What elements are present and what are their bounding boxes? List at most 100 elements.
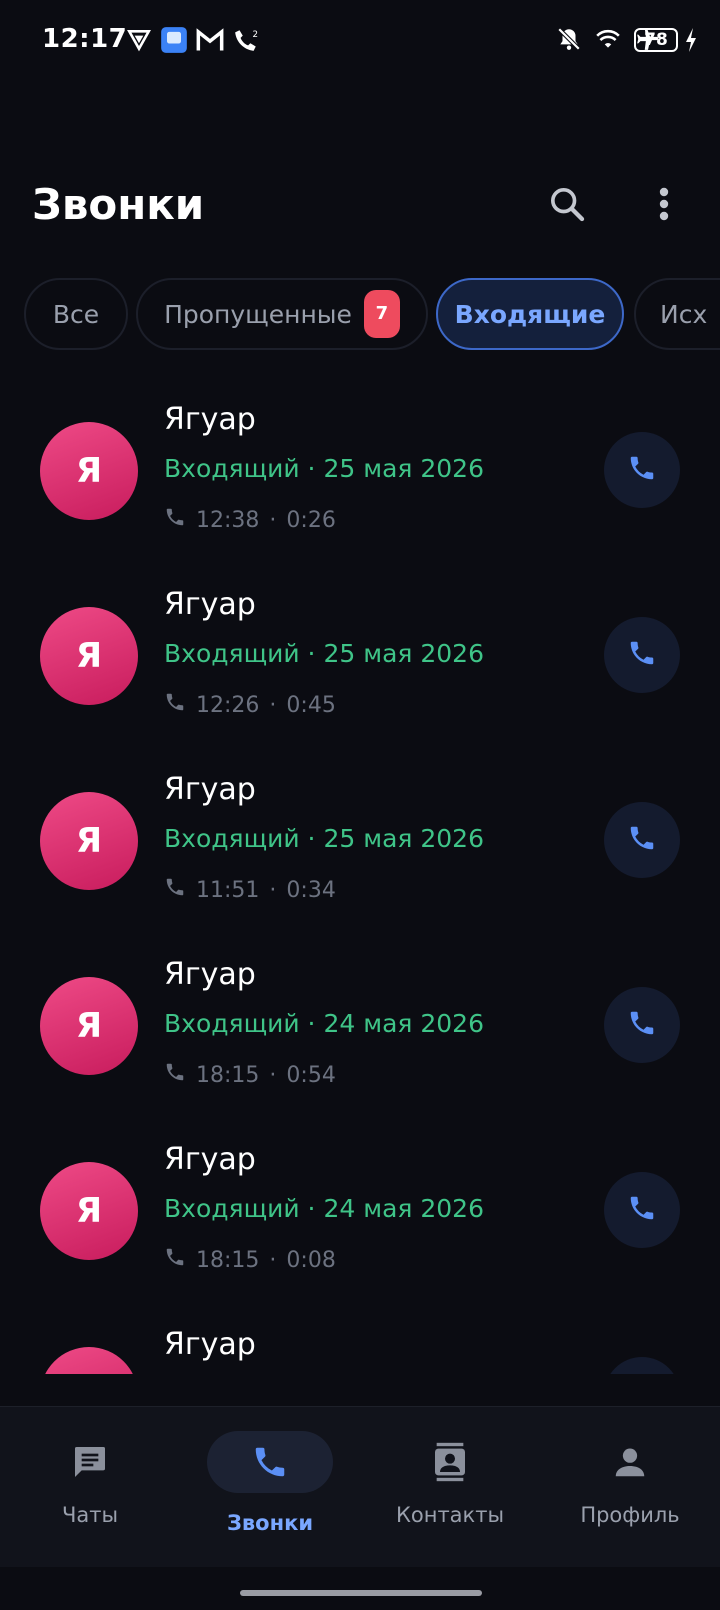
person-icon bbox=[567, 1431, 693, 1493]
nav-label: Профиль bbox=[580, 1503, 680, 1527]
call-status: Входящий · 25 мая 2026 bbox=[164, 639, 484, 668]
nav-label: Контакты bbox=[395, 1503, 505, 1527]
call-time: 12:26 bbox=[196, 692, 260, 718]
tab-label: Все bbox=[52, 299, 100, 329]
contact-name: Ягуар bbox=[164, 772, 256, 807]
tab-missed[interactable]: Пропущенные 7 bbox=[136, 278, 428, 350]
phone-icon bbox=[164, 691, 186, 719]
missed-count-badge: 7 bbox=[363, 290, 400, 338]
separator: · bbox=[269, 1247, 277, 1273]
call-time: 12:38 bbox=[196, 507, 260, 533]
search-icon bbox=[547, 184, 587, 228]
call-item[interactable]: Я Ягуар Входящий · 25 мая 2026 12:26 · 0… bbox=[0, 575, 720, 760]
more-vert-icon bbox=[658, 186, 670, 226]
battery-icon: 78 bbox=[634, 28, 678, 52]
call-back-button[interactable] bbox=[604, 802, 680, 878]
call-duration: 0:34 bbox=[286, 877, 336, 903]
phone-icon bbox=[164, 506, 186, 534]
gmail-icon bbox=[196, 27, 224, 57]
avatar: Я bbox=[40, 792, 138, 890]
chat-icon bbox=[27, 1431, 153, 1493]
call-duration: 0:54 bbox=[286, 1062, 336, 1088]
call-meta: 12:38 · 0:26 bbox=[164, 506, 336, 534]
avatar: Я bbox=[40, 422, 138, 520]
phone-icon bbox=[627, 638, 657, 672]
tab-outgoing[interactable]: Исх bbox=[634, 278, 720, 350]
contact-name: Ягуар bbox=[164, 1142, 256, 1177]
contact-name: Ягуар bbox=[164, 1327, 256, 1362]
nav-profile[interactable]: Профиль bbox=[540, 1407, 720, 1557]
call-back-button[interactable] bbox=[604, 432, 680, 508]
wifi-calling-icon: 2 bbox=[232, 27, 260, 57]
nav-chats[interactable]: Чаты bbox=[0, 1407, 180, 1557]
nav-calls[interactable]: Звонки bbox=[180, 1407, 360, 1557]
call-back-button[interactable] bbox=[604, 987, 680, 1063]
separator: · bbox=[269, 1062, 277, 1088]
call-item[interactable]: Я Ягуар Входящий · 24 мая 2026 18:15 · 0… bbox=[0, 1130, 720, 1315]
avatar: Я bbox=[40, 1347, 138, 1374]
call-status: Входящий · 25 мая 2026 bbox=[164, 454, 484, 483]
home-indicator[interactable] bbox=[240, 1590, 482, 1596]
call-duration: 0:26 bbox=[286, 507, 336, 533]
call-status: Входящий · 25 мая 2026 bbox=[164, 824, 484, 853]
call-time: 18:15 bbox=[196, 1062, 260, 1088]
avatar: Я bbox=[40, 607, 138, 705]
call-meta: 11:51 · 0:34 bbox=[164, 876, 336, 904]
page-title: Звонки bbox=[32, 180, 205, 229]
tab-label: Входящие bbox=[454, 299, 606, 329]
call-list: Я Ягуар Входящий · 25 мая 2026 12:38 · 0… bbox=[0, 390, 720, 1374]
separator: · bbox=[269, 692, 277, 718]
call-back-button[interactable] bbox=[604, 1172, 680, 1248]
tab-all[interactable]: Все bbox=[24, 278, 128, 350]
call-meta: 18:15 · 0:08 bbox=[164, 1246, 336, 1274]
call-time: 18:15 bbox=[196, 1247, 260, 1273]
search-button[interactable] bbox=[543, 182, 591, 230]
contact-name: Ягуар bbox=[164, 587, 256, 622]
wifi-icon bbox=[594, 26, 622, 56]
filter-tabs: Все Пропущенные 7 Входящие Исх bbox=[24, 278, 720, 350]
separator: · bbox=[269, 507, 277, 533]
tab-incoming[interactable]: Входящие bbox=[436, 278, 624, 350]
phone-icon bbox=[627, 823, 657, 857]
phone-icon bbox=[164, 876, 186, 904]
tab-label: Пропущенные bbox=[164, 299, 352, 329]
call-item[interactable]: Я Ягуар Входящий · 25 мая 2026 12:38 · 0… bbox=[0, 390, 720, 575]
status-time: 12:17 bbox=[42, 24, 128, 54]
tab-label: Исх bbox=[660, 299, 708, 329]
call-time: 11:51 bbox=[196, 877, 260, 903]
call-duration: 0:45 bbox=[286, 692, 336, 718]
contacts-icon bbox=[387, 1431, 513, 1493]
bottom-navigation: Чаты Звонки Контакты Профиль bbox=[0, 1406, 720, 1567]
avatar: Я bbox=[40, 977, 138, 1075]
call-item[interactable]: Я Ягуар Входящий · 25 мая 2026 11:51 · 0… bbox=[0, 760, 720, 945]
phone-icon bbox=[627, 1008, 657, 1042]
call-item[interactable]: Я Ягуар bbox=[0, 1315, 720, 1374]
contact-name: Ягуар bbox=[164, 402, 256, 437]
status-bar: 12:17 2 78 bbox=[0, 0, 720, 84]
call-item[interactable]: Я Ягуар Входящий · 24 мая 2026 18:15 · 0… bbox=[0, 945, 720, 1130]
svg-text:2: 2 bbox=[253, 30, 259, 40]
phone-icon bbox=[627, 453, 657, 487]
call-duration: 0:08 bbox=[286, 1247, 336, 1273]
call-status: Входящий · 24 мая 2026 bbox=[164, 1009, 484, 1038]
call-back-button[interactable] bbox=[604, 617, 680, 693]
call-meta: 18:15 · 0:54 bbox=[164, 1061, 336, 1089]
nav-contacts[interactable]: Контакты bbox=[360, 1407, 540, 1557]
vpn-icon bbox=[126, 27, 152, 57]
call-status: Входящий · 24 мая 2026 bbox=[164, 1194, 484, 1223]
bell-off-icon bbox=[556, 26, 582, 56]
phone-icon bbox=[164, 1246, 186, 1274]
nav-label: Чаты bbox=[61, 1503, 119, 1527]
separator: · bbox=[269, 877, 277, 903]
status-left-icons: 2 bbox=[126, 26, 260, 58]
contact-name: Ягуар bbox=[164, 957, 256, 992]
call-meta: 12:26 · 0:45 bbox=[164, 691, 336, 719]
avatar: Я bbox=[40, 1162, 138, 1260]
charging-icon bbox=[684, 28, 698, 56]
phone-icon bbox=[164, 1061, 186, 1089]
nav-label: Звонки bbox=[226, 1511, 314, 1535]
phone-icon bbox=[207, 1431, 333, 1493]
app-icon bbox=[160, 26, 188, 58]
call-back-button[interactable] bbox=[604, 1357, 680, 1374]
more-options-button[interactable] bbox=[640, 182, 688, 230]
